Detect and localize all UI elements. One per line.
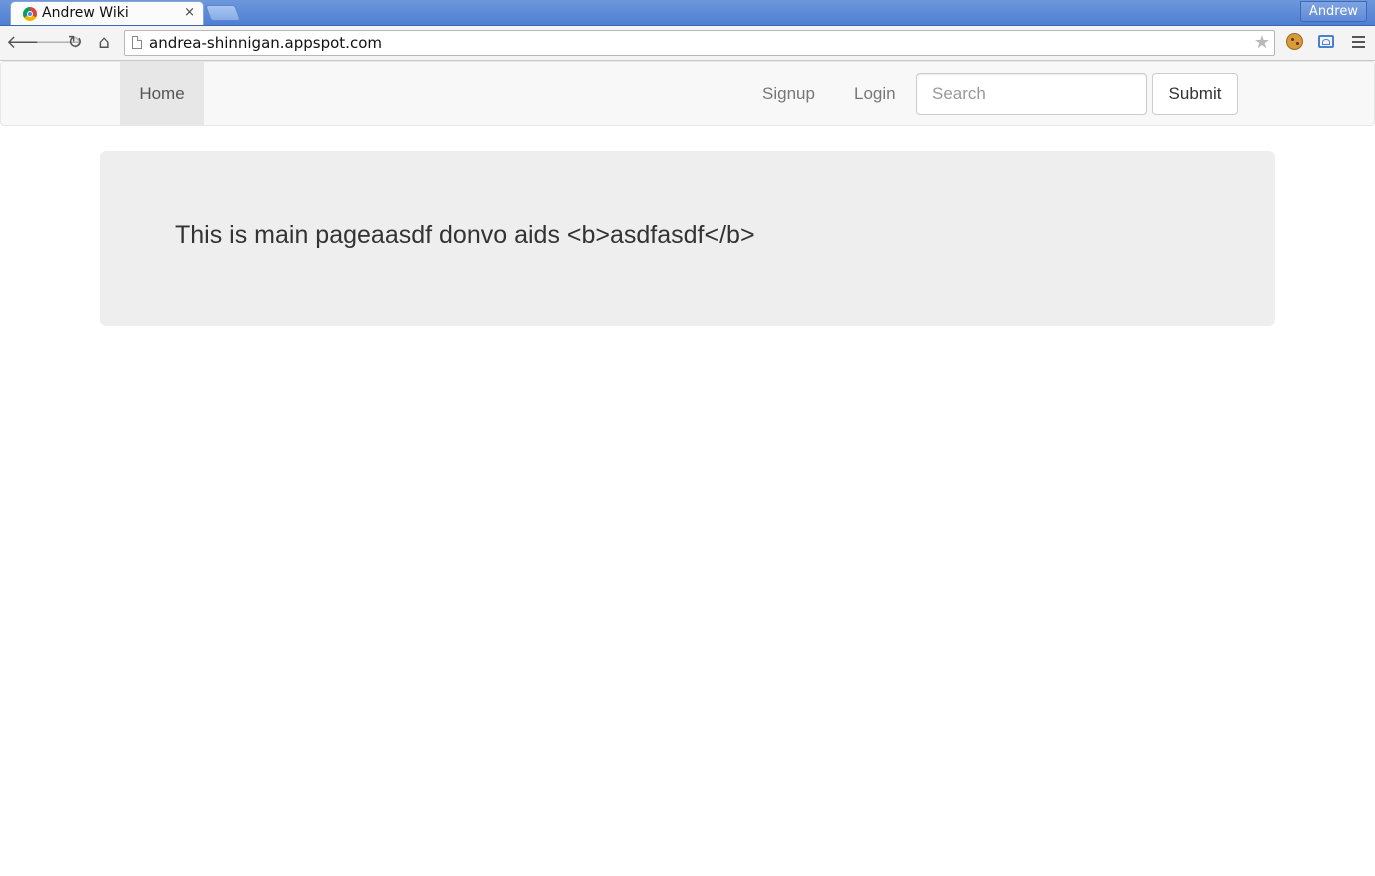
browser-toolbar: 🡐 🡒 ↻ ⌂ andrea-shinnigan.appspot.com ★ [0,26,1375,61]
close-tab-icon[interactable]: × [184,5,195,21]
home-icon[interactable]: ⌂ [93,32,115,54]
reload-icon[interactable]: ↻ [64,32,86,54]
browser-tab[interactable]: Andrew Wiki × [10,1,204,25]
nav-home-link[interactable]: Home [120,62,204,126]
new-tab-button[interactable] [205,5,241,21]
browser-tab-strip: Andrew Wiki × Andrew [0,0,1375,26]
main-jumbotron: This is main pageaasdf donvo aids <b>asd… [100,151,1275,326]
submit-button[interactable]: Submit [1152,73,1238,115]
page-icon [132,36,142,49]
cookie-extension-icon[interactable] [1286,33,1303,50]
url-text[interactable]: andrea-shinnigan.appspot.com [149,34,382,52]
address-bar[interactable]: andrea-shinnigan.appspot.com ★ [124,30,1275,56]
forward-arrow-icon[interactable]: 🡒 [35,32,83,54]
nav-signup-link[interactable]: Signup [762,62,815,126]
main-page-text: This is main pageaasdf donvo aids <b>asd… [175,221,755,249]
nav-login-link[interactable]: Login [854,62,896,126]
appengine-favicon-icon [23,7,37,21]
tab-title: Andrew Wiki [42,5,129,21]
profile-button[interactable]: Andrew [1299,1,1367,22]
menu-icon[interactable] [1352,36,1365,48]
search-input[interactable] [916,73,1147,115]
back-arrow-icon[interactable]: 🡐 [6,32,54,54]
site-navbar: Home Signup Login Submit [0,61,1375,126]
bookmark-star-icon[interactable]: ★ [1254,32,1270,53]
cast-extension-icon[interactable] [1318,35,1334,48]
